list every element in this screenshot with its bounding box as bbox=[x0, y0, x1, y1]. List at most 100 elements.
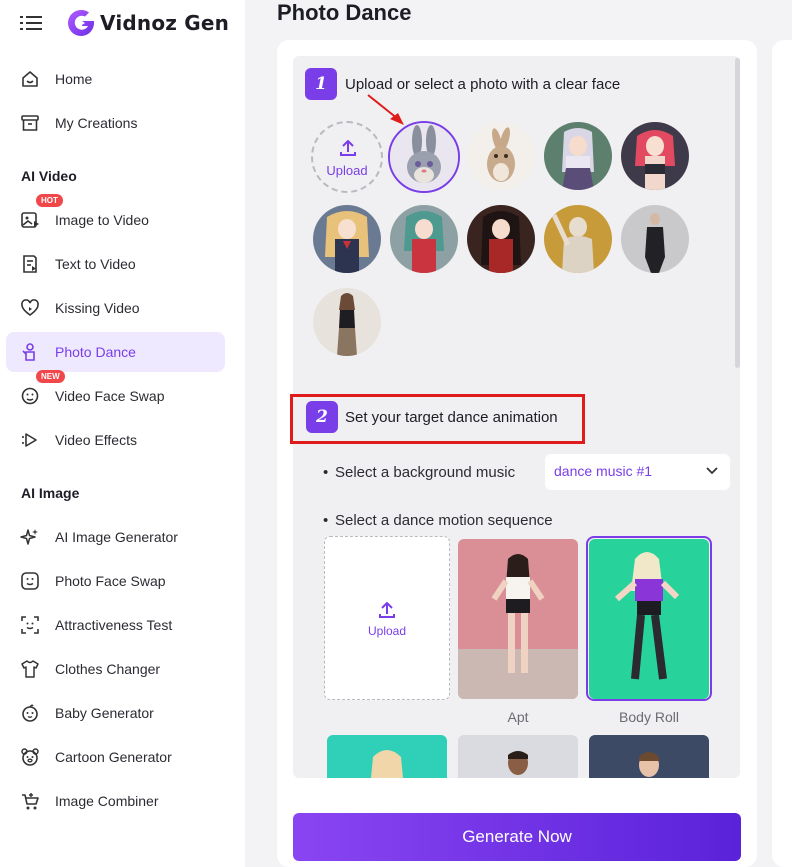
sidebar-item-attractiveness-test[interactable]: Attractiveness Test bbox=[6, 605, 225, 645]
photo-upload-button[interactable]: Upload bbox=[311, 121, 383, 193]
combine-cart-icon bbox=[22, 793, 39, 810]
motion-caption-apt: Apt bbox=[507, 709, 529, 725]
scrollbar[interactable] bbox=[735, 58, 740, 368]
motion-apt[interactable] bbox=[458, 539, 578, 699]
motion-apt-thumbnail bbox=[458, 539, 578, 699]
statue-avatar-image bbox=[544, 205, 612, 273]
sample-photo-anime-girl-3[interactable] bbox=[313, 205, 381, 273]
sample-photo-anime-girl-2[interactable] bbox=[621, 122, 689, 190]
motion-label: Select a dance motion sequence bbox=[335, 512, 553, 529]
anime-green-hair-avatar-image bbox=[390, 205, 458, 273]
sidebar-item-label: Cartoon Generator bbox=[55, 749, 172, 765]
sidebar-item-label: Baby Generator bbox=[55, 705, 154, 721]
sidebar-item-photo-face-swap[interactable]: Photo Face Swap bbox=[6, 561, 225, 601]
music-label: Select a background music bbox=[335, 464, 516, 481]
motion-thumbnail-5[interactable] bbox=[589, 735, 709, 778]
generate-now-button[interactable]: Generate Now bbox=[293, 813, 741, 861]
step-number-1: 1 bbox=[305, 68, 337, 100]
face-scan-icon bbox=[21, 616, 39, 634]
sidebar-item-photo-dance[interactable]: Photo Dance bbox=[6, 332, 225, 372]
chevron-down-icon bbox=[706, 467, 718, 475]
sidebar-item-label: Text to Video bbox=[55, 256, 136, 272]
sample-photo-man[interactable] bbox=[621, 205, 689, 273]
sidebar-item-my-creations[interactable]: My Creations bbox=[6, 103, 225, 143]
anime-blonde-avatar-image bbox=[313, 205, 381, 273]
sidebar-item-video-effects[interactable]: Video Effects bbox=[6, 420, 225, 460]
sidebar-item-image-to-video[interactable]: HOT Image to Video bbox=[6, 194, 225, 240]
sample-photo-rabbit[interactable] bbox=[388, 121, 460, 193]
upload-label: Upload bbox=[326, 163, 368, 178]
sidebar-item-label: Attractiveness Test bbox=[55, 617, 173, 633]
section-title-ai-image: AI Image bbox=[21, 485, 80, 501]
sidebar-item-label: My Creations bbox=[55, 115, 138, 131]
sidebar-item-home[interactable]: Home bbox=[6, 59, 225, 99]
heart-icon bbox=[21, 299, 39, 316]
motion-thumbnail-3[interactable] bbox=[327, 735, 447, 778]
effects-play-icon bbox=[22, 433, 37, 447]
vidnoz-logo-icon bbox=[68, 9, 94, 36]
sidebar-item-video-face-swap[interactable]: NEW Video Face Swap bbox=[6, 370, 225, 416]
sidebar-item-baby-generator[interactable]: Baby Generator bbox=[6, 693, 225, 733]
sample-photo-anime-girl-1[interactable] bbox=[544, 122, 612, 190]
motion-thumbnail-4-image bbox=[458, 735, 578, 778]
baby-icon bbox=[22, 704, 38, 722]
rabbit-avatar-image bbox=[390, 123, 458, 191]
anime-red-hair-avatar-image bbox=[621, 122, 689, 190]
motion-caption-body-roll: Body Roll bbox=[619, 709, 679, 725]
sidebar-item-label: AI Image Generator bbox=[55, 529, 178, 545]
step1-title: Upload or select a photo with a clear fa… bbox=[345, 76, 621, 93]
sample-photo-woman[interactable] bbox=[313, 288, 381, 356]
music-select[interactable]: dance music #1 bbox=[545, 454, 730, 490]
menu-icon[interactable] bbox=[20, 14, 42, 32]
sidebar-item-clothes-changer[interactable]: Clothes Changer bbox=[6, 649, 225, 689]
sidebar-item-ai-image-generator[interactable]: AI Image Generator bbox=[6, 517, 225, 557]
sidebar-item-label: Clothes Changer bbox=[55, 661, 161, 677]
music-select-value: dance music #1 bbox=[554, 463, 653, 479]
sparkle-icon bbox=[20, 529, 38, 545]
sidebar-item-label: Photo Face Swap bbox=[55, 573, 166, 589]
sidebar-item-image-combiner[interactable]: Image Combiner bbox=[6, 781, 225, 821]
sidebar-item-cartoon-generator[interactable]: Cartoon Generator bbox=[6, 737, 225, 777]
step-number-2: 2 bbox=[306, 401, 338, 433]
sidebar-item-text-to-video[interactable]: Text to Video bbox=[6, 244, 225, 284]
cartoon-bear-icon bbox=[21, 748, 39, 766]
bunny-avatar-image bbox=[467, 122, 535, 190]
dance-icon bbox=[22, 343, 35, 361]
page-title: Photo Dance bbox=[277, 0, 412, 25]
photo-face-icon bbox=[21, 572, 39, 590]
motion-thumbnail-5-image bbox=[589, 735, 709, 778]
sidebar-item-label: Image Combiner bbox=[55, 793, 159, 809]
man-avatar-image bbox=[621, 205, 689, 273]
text-video-icon bbox=[23, 255, 37, 273]
upload-label: Upload bbox=[367, 624, 407, 638]
face-swap-icon bbox=[21, 387, 39, 405]
motion-thumbnail-4[interactable] bbox=[458, 735, 578, 778]
new-badge: NEW bbox=[36, 370, 65, 383]
upload-icon bbox=[379, 602, 395, 618]
sample-photo-statue[interactable] bbox=[544, 205, 612, 273]
woman-avatar-image bbox=[313, 288, 381, 356]
shirt-icon bbox=[21, 660, 39, 678]
archive-icon bbox=[21, 115, 39, 131]
motion-body-roll[interactable] bbox=[589, 539, 709, 699]
sidebar: Vidnoz Gen Home My Creations AI Video HO… bbox=[0, 0, 245, 867]
sidebar-item-label: Video Effects bbox=[55, 432, 137, 448]
upload-icon bbox=[340, 140, 356, 156]
sidebar-item-label: Video Face Swap bbox=[55, 388, 165, 404]
sample-photo-bunny[interactable] bbox=[467, 122, 535, 190]
motion-upload-button[interactable]: Upload bbox=[324, 536, 450, 700]
preview-panel bbox=[772, 40, 792, 867]
sample-photo-anime-girl-5[interactable] bbox=[467, 205, 535, 273]
sidebar-item-kissing-video[interactable]: Kissing Video bbox=[6, 288, 225, 328]
sidebar-item-label: Kissing Video bbox=[55, 300, 140, 316]
image-video-icon bbox=[21, 212, 39, 228]
sidebar-item-label: Image to Video bbox=[55, 212, 149, 228]
logo-text: Vidnoz Gen bbox=[100, 11, 230, 35]
motion-thumbnail-3-image bbox=[327, 735, 447, 778]
bullet-dot: • bbox=[323, 512, 329, 529]
section-title-ai-video: AI Video bbox=[21, 168, 77, 184]
sample-photo-anime-girl-4[interactable] bbox=[390, 205, 458, 273]
logo[interactable]: Vidnoz Gen bbox=[66, 8, 229, 38]
motion-body-roll-thumbnail bbox=[589, 539, 709, 699]
step2-title: Set your target dance animation bbox=[345, 409, 558, 426]
